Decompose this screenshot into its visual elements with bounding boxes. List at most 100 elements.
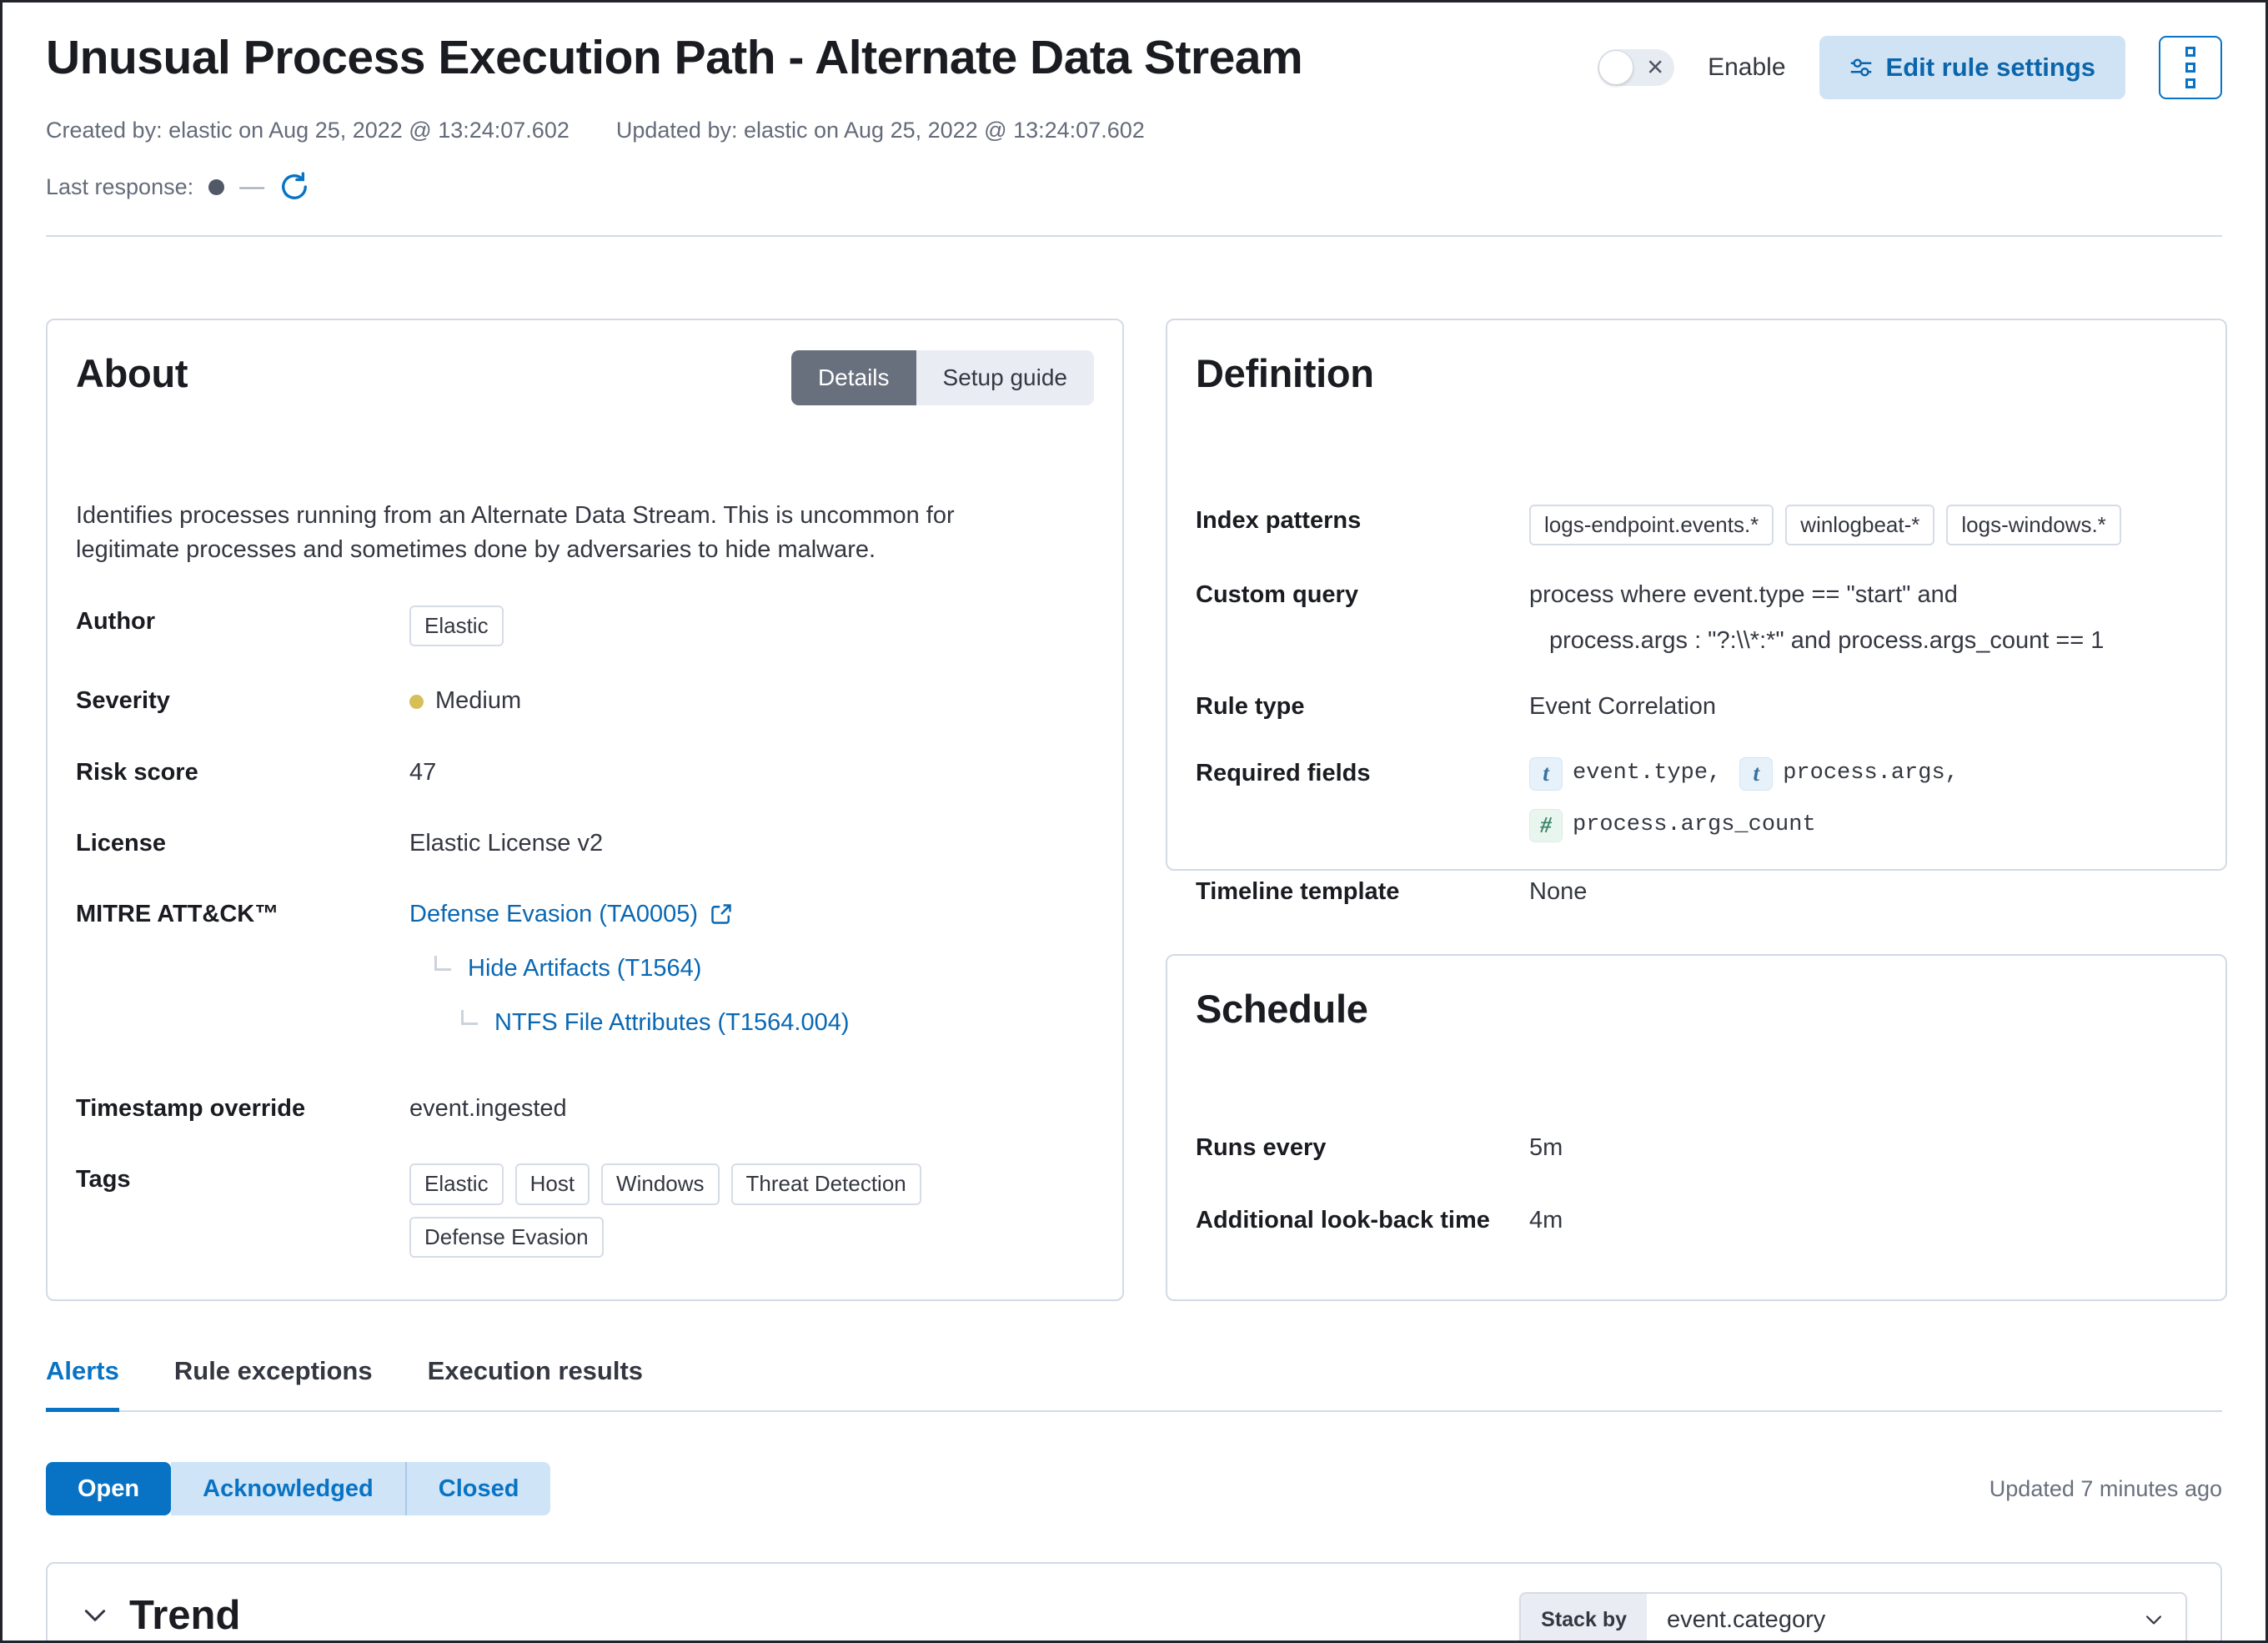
author-badge: Elastic [409, 605, 504, 646]
index-patterns-label: Index patterns [1196, 505, 1529, 537]
last-response-value: — [239, 173, 264, 201]
timestamp-override-row: Timestamp override event.ingested [76, 1093, 1094, 1125]
tags-row: Tags Elastic Host Windows Threat Detecti… [76, 1163, 1094, 1257]
created-by-text: Created by: elastic on Aug 25, 2022 @ 13… [46, 118, 570, 143]
all-actions-menu-button[interactable] [2159, 36, 2222, 99]
tree-elbow-icon [434, 956, 451, 971]
alert-status-filter-group: Open Acknowledged Closed [46, 1462, 550, 1515]
external-link-icon [710, 902, 733, 926]
rule-type-value: Event Correlation [1529, 691, 1716, 723]
about-view-switch: Details Setup guide [791, 350, 1094, 405]
mitre-row: MITRE ATT&CK™ Defense Evasion (TA0005) [76, 898, 1094, 1039]
runs-every-label: Runs every [1196, 1132, 1529, 1164]
tab-alerts[interactable]: Alerts [46, 1356, 119, 1412]
rule-type-row: Rule type Event Correlation [1196, 691, 2197, 723]
timestamp-override-label: Timestamp override [76, 1093, 409, 1125]
rule-meta: Created by: elastic on Aug 25, 2022 @ 13… [46, 118, 2222, 143]
sliders-icon [1849, 56, 1873, 79]
page-title: Unusual Process Execution Path - Alterna… [46, 31, 1302, 86]
stack-by-label: Stack by [1521, 1594, 1647, 1643]
timeline-template-label: Timeline template [1196, 876, 1529, 908]
about-heading: About [76, 350, 188, 396]
custom-query-row: Custom query process where event.type ==… [1196, 579, 2197, 657]
required-field-name: process.args_count [1573, 810, 1816, 840]
mitre-technique-link[interactable]: Hide Artifacts (T1564) [468, 952, 701, 985]
stack-by-control: Stack by event.category [1519, 1592, 2187, 1643]
tab-execution-results[interactable]: Execution results [428, 1356, 643, 1412]
tag-badge: Elastic [409, 1163, 504, 1204]
tag-badge: Host [515, 1163, 590, 1204]
lookback-row: Additional look-back time 4m [1196, 1204, 2197, 1237]
required-fields-row: Required fields t event.type, t process.… [1196, 757, 2197, 842]
timeline-template-row: Timeline template None [1196, 876, 2197, 908]
tag-badge: Windows [601, 1163, 719, 1204]
timeline-template-value: None [1529, 876, 1587, 908]
lookback-label: Additional look-back time [1196, 1204, 1529, 1237]
alerts-toolbar: Open Acknowledged Closed Updated 7 minut… [46, 1462, 2222, 1515]
required-field-name: process.args, [1783, 758, 1959, 788]
field-type-string-icon: t [1739, 757, 1773, 791]
required-field-name: event.type, [1573, 758, 1721, 788]
toggle-knob [1598, 50, 1633, 85]
mitre-subtechnique-link[interactable]: NTFS File Attributes (T1564.004) [494, 1007, 850, 1039]
tag-badge: Defense Evasion [409, 1217, 604, 1258]
enable-toggle[interactable]: × [1598, 49, 1674, 86]
toggle-off-x-icon: × [1647, 53, 1663, 81]
trend-heading: Trend [129, 1592, 240, 1639]
edit-rule-settings-button[interactable]: Edit rule settings [1819, 36, 2125, 99]
boxes-vertical-icon [2185, 47, 2195, 88]
updated-by-text: Updated by: elastic on Aug 25, 2022 @ 13… [616, 118, 1145, 143]
risk-score-value: 47 [409, 756, 436, 789]
severity-label: Severity [76, 685, 409, 717]
header-actions: × Enable Edit rule settings [1598, 36, 2222, 99]
page-header: Unusual Process Execution Path - Alterna… [46, 3, 2222, 99]
mitre-label: MITRE ATT&CK™ [76, 898, 409, 931]
field-type-number-icon: # [1529, 809, 1563, 842]
stack-by-select[interactable]: event.category [1647, 1594, 2185, 1643]
author-label: Author [76, 605, 409, 638]
filter-open-button[interactable]: Open [46, 1462, 171, 1515]
license-label: License [76, 827, 409, 860]
lookback-value: 4m [1529, 1204, 1563, 1237]
collapse-chevron-icon[interactable] [81, 1601, 109, 1630]
trend-panel: Trend Stack by event.category [46, 1562, 2222, 1643]
custom-query-line2: process.args : "?:\\*:*" and process.arg… [1529, 625, 2104, 657]
custom-query-line1: process where event.type == "start" and [1529, 579, 2104, 611]
rule-type-label: Rule type [1196, 691, 1529, 723]
risk-score-row: Risk score 47 [76, 756, 1094, 789]
updated-ago-text: Updated 7 minutes ago [1990, 1476, 2222, 1502]
definition-heading: Definition [1196, 350, 2197, 396]
select-chevron-down-icon [2142, 1608, 2165, 1631]
field-type-string-icon: t [1529, 757, 1563, 791]
custom-query-label: Custom query [1196, 579, 1529, 611]
tab-setup-guide[interactable]: Setup guide [916, 350, 1094, 405]
schedule-panel: Schedule Runs every 5m Additional look-b… [1166, 954, 2227, 1301]
rule-tabs: Alerts Rule exceptions Execution results [46, 1356, 2222, 1412]
tab-rule-exceptions[interactable]: Rule exceptions [174, 1356, 373, 1412]
required-fields-label: Required fields [1196, 757, 1529, 790]
author-row: Author Elastic [76, 605, 1094, 646]
license-value: Elastic License v2 [409, 827, 603, 860]
index-patterns-row: Index patterns logs-endpoint.events.* wi… [1196, 505, 2197, 545]
tag-badge: Threat Detection [731, 1163, 921, 1204]
status-dot-icon [208, 179, 224, 195]
tab-details[interactable]: Details [791, 350, 916, 405]
schedule-heading: Schedule [1196, 986, 2197, 1032]
risk-score-label: Risk score [76, 756, 409, 789]
refresh-icon[interactable] [279, 172, 309, 202]
severity-value: Medium [435, 685, 521, 717]
tags-label: Tags [76, 1163, 409, 1196]
edit-rule-settings-label: Edit rule settings [1886, 53, 2095, 83]
about-panel: About Details Setup guide Identifies pro… [46, 319, 1124, 1301]
last-response-label: Last response: [46, 174, 193, 200]
filter-closed-button[interactable]: Closed [405, 1462, 551, 1515]
tree-elbow-icon [461, 1010, 478, 1025]
rule-description: Identifies processes running from an Alt… [76, 499, 1035, 567]
rule-details-page: Unusual Process Execution Path - Alterna… [0, 0, 2268, 1643]
timestamp-override-value: event.ingested [409, 1093, 567, 1125]
filter-acknowledged-button[interactable]: Acknowledged [171, 1462, 405, 1515]
stack-by-value: event.category [1667, 1606, 1825, 1634]
severity-row: Severity Medium [76, 685, 1094, 717]
index-pattern-badge: logs-windows.* [1946, 505, 2120, 545]
mitre-tactic-link[interactable]: Defense Evasion (TA0005) [409, 898, 698, 931]
